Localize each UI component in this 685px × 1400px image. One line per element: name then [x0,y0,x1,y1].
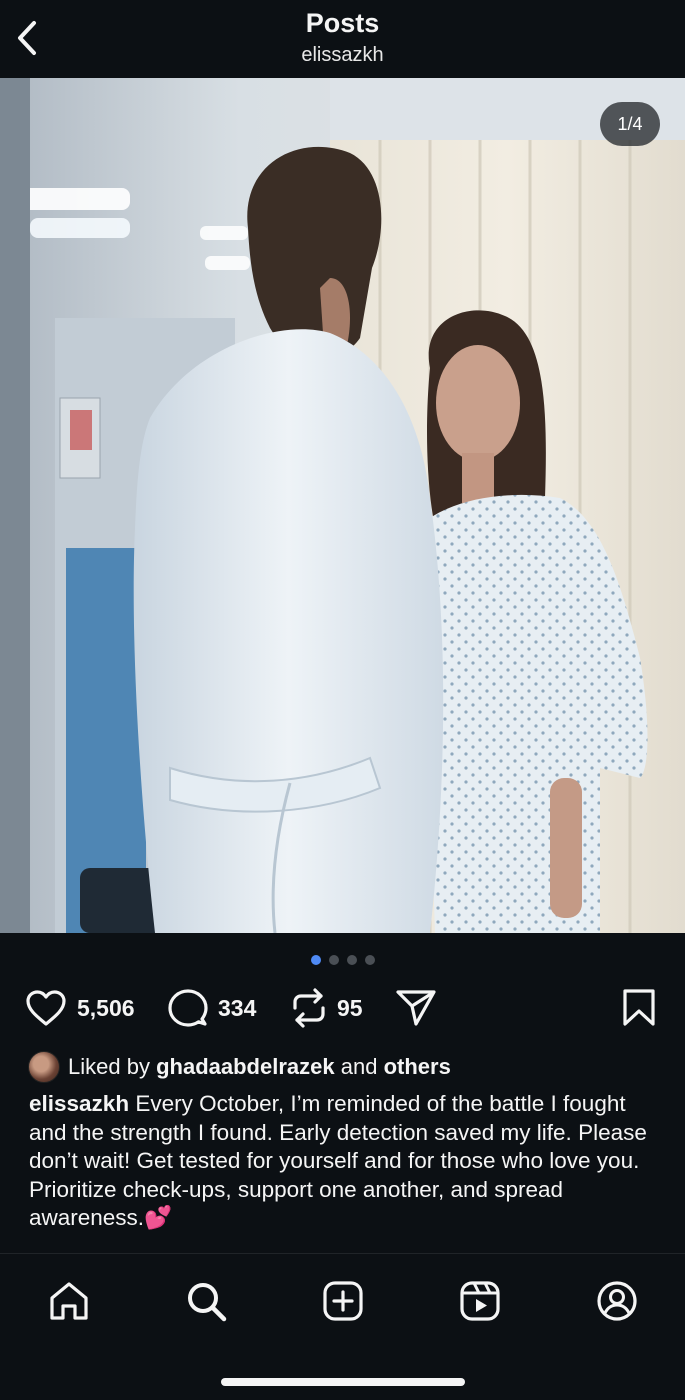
post-photo [0,78,685,933]
tab-search[interactable] [181,1276,231,1326]
post-image[interactable]: 1/4 [0,78,685,933]
share-action[interactable] [396,985,436,1031]
liked-by-user[interactable]: ghadaabdelrazek [156,1054,335,1080]
comment-action[interactable]: 334 [168,985,256,1031]
heart-icon[interactable] [25,989,67,1027]
comment-icon[interactable] [168,988,208,1028]
caption-author[interactable]: elissazkh [29,1091,129,1116]
carousel-dot-active [310,955,321,965]
like-action[interactable]: 5,506 [25,985,135,1031]
liked-by-prefix: Liked by [68,1054,150,1079]
search-icon [188,1283,227,1322]
profile-icon [597,1281,637,1321]
carousel-dot [328,955,339,965]
carousel-dot [364,955,375,965]
page-subtitle-username[interactable]: elissazkh [0,44,685,67]
create-icon [323,1281,363,1321]
home-icon [50,1282,88,1320]
bookmark-icon[interactable] [622,989,656,1027]
like-count[interactable]: 5,506 [77,995,135,1022]
tab-home[interactable] [44,1276,94,1326]
post-actions: 5,506 334 95 [0,985,685,1031]
image-counter: 1/4 [600,102,660,146]
reels-icon [460,1281,500,1321]
repost-icon[interactable] [291,988,327,1028]
liked-by-row[interactable]: Liked by ghadaabdelrazek and others [28,1050,451,1084]
save-action[interactable] [622,985,656,1031]
bottom-tab-bar [0,1254,685,1354]
repost-action[interactable]: 95 [291,985,363,1031]
tab-profile[interactable] [592,1276,642,1326]
page-title: Posts [305,8,380,38]
tab-reels[interactable] [455,1276,505,1326]
liked-by-others[interactable]: others [384,1054,451,1080]
repost-count[interactable]: 95 [337,995,363,1022]
carousel-indicator [0,955,685,965]
carousel-dot [346,955,357,965]
home-indicator[interactable] [221,1378,465,1386]
post-caption: elissazkh Every October, I’m reminded of… [29,1090,659,1233]
send-icon[interactable] [396,989,436,1027]
tab-create[interactable] [318,1276,368,1326]
liked-by-connector: and [340,1054,378,1079]
top-bar: Posts elissazkh [0,0,685,78]
avatar[interactable] [28,1051,60,1083]
comment-count[interactable]: 334 [218,995,256,1022]
